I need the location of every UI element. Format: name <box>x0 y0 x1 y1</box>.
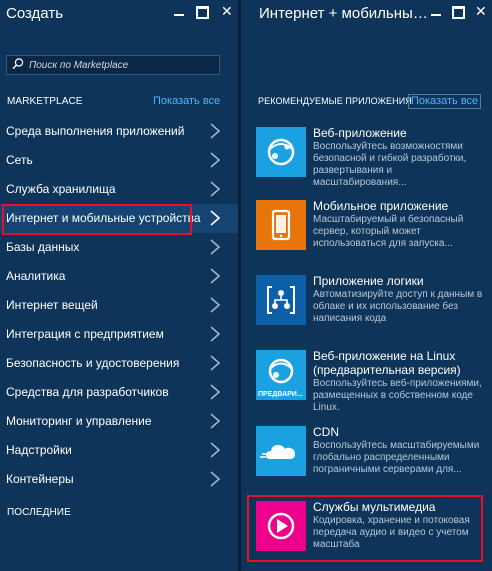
chevron-right-icon <box>210 326 220 342</box>
show-all-link[interactable]: Показать все <box>153 95 220 107</box>
app-description: Воспользуйтесь возможностями безопасной … <box>313 141 467 188</box>
app-name: Веб-приложение <box>313 126 407 140</box>
category-item[interactable]: Мониторинг и управление <box>0 407 238 436</box>
category-label: Базы данных <box>6 240 80 254</box>
category-list: Среда выполнения приложений Сеть Служба хр… <box>0 117 238 494</box>
chevron-right-icon <box>210 152 220 168</box>
category-label: Надстройки <box>6 443 72 457</box>
chevron-right-icon <box>210 355 220 371</box>
chevron-right-icon <box>210 181 220 197</box>
category-item[interactable]: Служба хранилища <box>0 175 238 204</box>
category-label: Средства для разработчиков <box>6 385 169 399</box>
search-input[interactable] <box>29 56 215 74</box>
cdn-icon <box>256 426 306 476</box>
app-description: Воспользуйтесь масштабируемыми глобально… <box>313 440 480 475</box>
app-description: Кодировка, хранение и потоковая передача… <box>313 515 470 550</box>
chevron-right-icon <box>210 239 220 255</box>
category-item[interactable]: Контейнеры <box>0 465 238 494</box>
minimize-icon[interactable] <box>431 14 441 16</box>
web-app-icon <box>256 127 306 177</box>
category-label: Интеграция с предприятием <box>6 327 164 341</box>
close-icon[interactable]: ✕ <box>475 3 487 20</box>
tile-label: ПРЕДВАРИ... <box>258 391 303 398</box>
app-item[interactable]: Службы мультимедиа Кодировка, хранение и … <box>247 495 483 571</box>
category-item[interactable]: Сеть <box>0 146 238 175</box>
category-item[interactable]: Аналитика <box>0 262 238 291</box>
category-item[interactable]: Базы данных <box>0 233 238 262</box>
app-item[interactable]: Приложение логики Автоматизируйте доступ … <box>256 274 483 345</box>
close-icon[interactable]: ✕ <box>221 3 233 20</box>
internet-mobile-blade-header: Интернет + мобильные... ✕ <box>241 0 492 28</box>
category-label: Безопасность и удостоверения <box>6 356 180 370</box>
category-label: Интернет и мобильные устройства <box>6 211 201 225</box>
app-item[interactable]: Мобильное приложение Масштабируемый и без… <box>256 199 482 270</box>
app-name: Мобильное приложение <box>313 199 449 213</box>
category-item[interactable]: Среда выполнения приложений <box>0 117 238 146</box>
category-label: Среда выполнения приложений <box>6 124 185 138</box>
recommended-apps-label: РЕКОМЕНДУЕМЫЕ ПРИЛОЖЕНИЯ <box>258 96 412 106</box>
chevron-right-icon <box>210 384 220 400</box>
app-description: Автоматизируйте доступ к данным в облаке… <box>313 289 483 324</box>
chevron-right-icon <box>210 297 220 313</box>
app-description: Масштабируемый и безопасный сервер, кото… <box>313 214 464 249</box>
show-all-link[interactable]: Показать все <box>408 94 482 109</box>
create-blade-header: Создать ✕ <box>0 0 238 28</box>
category-item[interactable]: Надстройки <box>0 436 238 465</box>
category-item[interactable]: Средства для разработчиков <box>0 378 238 407</box>
media-services-icon <box>256 501 306 551</box>
category-label: Мониторинг и управление <box>6 414 152 428</box>
app-name: Службы мультимедиа <box>313 500 436 514</box>
mobile-app-icon <box>256 200 306 250</box>
marketplace-search[interactable] <box>6 55 220 75</box>
logic-app-icon <box>256 275 306 325</box>
create-blade: Создать ✕ MARKETPLACE Показать все Среда… <box>0 0 238 571</box>
minimize-icon[interactable] <box>174 14 184 16</box>
app-description: Воспользуйтесь веб-приложениями, размеще… <box>313 378 482 413</box>
app-item[interactable]: CDN Воспользуйтесь масштабируемыми глобал… <box>256 425 482 496</box>
category-item[interactable]: Безопасность и удостоверения <box>0 349 238 378</box>
chevron-right-icon <box>210 123 220 139</box>
web-app-linux-icon: ПРЕДВАРИ... <box>256 350 306 400</box>
search-icon <box>12 58 24 70</box>
blade-title: Создать <box>6 5 64 22</box>
maximize-icon[interactable] <box>452 6 465 19</box>
chevron-right-icon <box>210 210 220 226</box>
chevron-right-icon <box>210 413 220 429</box>
app-name: Веб-приложение на Linux (предварительная… <box>313 349 461 377</box>
app-name: CDN <box>313 425 339 439</box>
app-item[interactable]: Веб-приложение Воспользуйтесь возможностя… <box>256 126 482 197</box>
category-label: Сеть <box>6 153 33 167</box>
app-name: Приложение логики <box>313 274 424 288</box>
chevron-right-icon <box>210 471 220 487</box>
app-item[interactable]: ПРЕДВАРИ... Веб-приложение на Linux (пред… <box>256 349 482 420</box>
blade-title: Интернет + мобильные... <box>259 5 429 22</box>
internet-mobile-blade: Интернет + мобильные... ✕ РЕКОМЕНДУЕМЫЕ … <box>241 0 492 571</box>
chevron-right-icon <box>210 442 220 458</box>
category-item[interactable]: Интернет и мобильные устройства <box>0 204 238 235</box>
chevron-right-icon <box>210 268 220 284</box>
category-item[interactable]: Интернет вещей <box>0 291 238 320</box>
category-item[interactable]: Интеграция с предприятием <box>0 320 238 349</box>
marketplace-label: MARKETPLACE <box>7 96 83 107</box>
category-label: Служба хранилища <box>6 182 116 196</box>
category-label: Аналитика <box>6 269 66 283</box>
category-label: Интернет вещей <box>6 298 98 312</box>
maximize-icon[interactable] <box>196 6 209 19</box>
category-label: Контейнеры <box>6 472 74 486</box>
recent-label: ПОСЛЕДНИЕ <box>7 507 71 518</box>
